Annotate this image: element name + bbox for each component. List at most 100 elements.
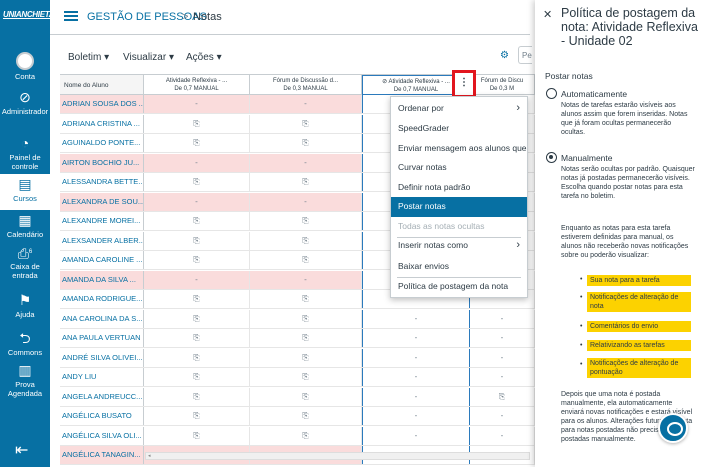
student-name-link[interactable]: AMANDA CAROLINE ...: [60, 251, 144, 270]
grade-cell[interactable]: -: [144, 95, 250, 114]
nav-dashboard[interactable]: ◔ Painel de controle: [0, 135, 50, 171]
grade-cell[interactable]: -: [362, 387, 470, 406]
column-header-assignment-1[interactable]: Atividade Reflexiva - ... De 0,7 MANUAL: [144, 75, 250, 95]
student-name-link[interactable]: ALEXSANDER ALBER...: [60, 231, 144, 250]
close-icon[interactable]: ✕: [543, 8, 552, 21]
search-input[interactable]: Pe: [518, 46, 532, 64]
grade-cell[interactable]: ⎘: [144, 368, 250, 387]
grade-cell[interactable]: ⎘: [470, 387, 535, 406]
gradebook-menu-button[interactable]: Boletim ▾: [68, 52, 109, 63]
student-name-link[interactable]: ANGÉLICA SILVA OLI...: [60, 426, 144, 445]
grade-cell[interactable]: -: [470, 309, 535, 328]
grade-cell[interactable]: ⎘: [144, 407, 250, 426]
settings-icon[interactable]: ⚙: [500, 50, 509, 61]
student-name-link[interactable]: ANA PAULA VERTUAN: [60, 329, 144, 348]
student-name-link[interactable]: ANGÉLICA TANAGIN...: [60, 446, 144, 465]
student-name-link[interactable]: AIRTON BOCHIO JU...: [60, 153, 144, 172]
grade-cell[interactable]: -: [470, 426, 535, 445]
grade-cell[interactable]: -: [362, 309, 470, 328]
grade-cell[interactable]: -: [250, 95, 362, 114]
grade-cell[interactable]: -: [470, 407, 535, 426]
student-name-link[interactable]: ANA CAROLINA DA S...: [60, 309, 144, 328]
chat-help-icon[interactable]: [658, 413, 688, 443]
breadcrumb-course[interactable]: GESTÃO DE PESSOAS: [87, 11, 207, 23]
grade-cell[interactable]: ⎘: [144, 426, 250, 445]
grade-cell[interactable]: -: [362, 407, 470, 426]
menu-item-download-submissions[interactable]: Baixar envios: [391, 257, 527, 277]
student-name-link[interactable]: ANGÉLICA BUSATO: [60, 407, 144, 426]
grade-cell[interactable]: ⎘: [144, 329, 250, 348]
nav-scheduled-exam[interactable]: ▥ Prova Agendada: [0, 362, 50, 398]
nav-calendar[interactable]: ▦ Calendário: [0, 212, 50, 239]
student-name-link[interactable]: ANGELA ANDREUCC...: [60, 387, 144, 406]
grade-cell[interactable]: ⎘: [250, 348, 362, 367]
grade-cell[interactable]: -: [250, 270, 362, 289]
grade-cell[interactable]: ⎘: [144, 231, 250, 250]
grade-cell[interactable]: ⎘: [144, 212, 250, 231]
grade-cell[interactable]: ⎘: [144, 290, 250, 309]
grade-cell[interactable]: ⎘: [144, 309, 250, 328]
student-name-link[interactable]: AMANDA DA SILVA ...: [60, 270, 144, 289]
grade-cell[interactable]: -: [470, 368, 535, 387]
grade-cell[interactable]: ⎘: [250, 368, 362, 387]
grade-cell[interactable]: -: [250, 153, 362, 172]
grade-cell[interactable]: ⎘: [250, 251, 362, 270]
menu-item-message-students[interactable]: Enviar mensagem aos alunos que: [391, 139, 527, 159]
grade-cell[interactable]: ⎘: [250, 231, 362, 250]
grade-cell[interactable]: ⎘: [250, 114, 362, 133]
menu-item-post-grades[interactable]: Postar notas: [391, 197, 527, 217]
student-name-link[interactable]: AGUINALDO PONTE...: [60, 134, 144, 153]
grade-cell[interactable]: -: [470, 348, 535, 367]
grade-cell[interactable]: ⎘: [250, 426, 362, 445]
student-name-link[interactable]: ANDRÉ SILVA OLIVEI...: [60, 348, 144, 367]
horizontal-scrollbar[interactable]: ◂: [145, 452, 530, 460]
menu-item-default-grade[interactable]: Definir nota padrão: [391, 178, 527, 198]
student-name-link[interactable]: ALEXANDRE MOREI...: [60, 212, 144, 231]
student-name-link[interactable]: ADRIANA CRISTINA ...: [60, 114, 144, 133]
student-name-link[interactable]: AMANDA RODRIGUE...: [60, 290, 144, 309]
radio-automatic[interactable]: [546, 88, 557, 99]
hamburger-icon[interactable]: [64, 11, 78, 21]
grade-cell[interactable]: ⎘: [250, 387, 362, 406]
grade-cell[interactable]: ⎘: [250, 329, 362, 348]
column-header-student[interactable]: Nome do Aluno: [60, 75, 144, 95]
nav-courses[interactable]: ▤ Cursos: [0, 174, 50, 210]
grade-cell[interactable]: ⎘: [144, 173, 250, 192]
grade-cell[interactable]: -: [362, 348, 470, 367]
grade-cell[interactable]: -: [144, 192, 250, 211]
collapse-icon[interactable]: ⇤: [15, 440, 28, 460]
student-name-link[interactable]: ALESSANDRA BETTE...: [60, 173, 144, 192]
logo[interactable]: UNIANCHIETA: [3, 6, 55, 24]
column-header-assignment-4[interactable]: Fórum de Discu De 0,3 M: [470, 75, 535, 95]
grade-cell[interactable]: -: [144, 153, 250, 172]
menu-item-grade-posting-policy[interactable]: Política de postagem da nota: [391, 277, 527, 297]
grade-cell[interactable]: ⎘: [250, 134, 362, 153]
radio-label-manual[interactable]: Manualmente: [561, 153, 613, 163]
grade-cell[interactable]: -: [144, 270, 250, 289]
nav-inbox[interactable]: ⎙6 Caixa de entrada: [0, 244, 50, 280]
nav-admin[interactable]: ⊘ Administrador: [0, 89, 50, 116]
actions-menu-button[interactable]: Ações ▾: [186, 52, 222, 63]
grade-cell[interactable]: -: [362, 329, 470, 348]
grade-cell[interactable]: ⎘: [144, 387, 250, 406]
grade-cell[interactable]: -: [362, 368, 470, 387]
grade-cell[interactable]: ⎘: [144, 134, 250, 153]
student-name-link[interactable]: ADRIAN SOUSA DOS ...: [60, 95, 144, 114]
menu-item-speedgrader[interactable]: SpeedGrader: [391, 119, 527, 139]
grade-cell[interactable]: -: [362, 426, 470, 445]
grade-cell[interactable]: ⎘: [144, 114, 250, 133]
grade-cell[interactable]: ⎘: [250, 309, 362, 328]
view-menu-button[interactable]: Visualizar ▾: [123, 52, 174, 63]
student-name-link[interactable]: ANDY LIU: [60, 368, 144, 387]
column-header-assignment-2[interactable]: Fórum de Discussão d... De 0,3 MANUAL: [250, 75, 362, 95]
grade-cell[interactable]: ⎘: [144, 348, 250, 367]
nav-account[interactable]: Conta: [0, 52, 50, 81]
menu-item-enter-grades-as[interactable]: Inserir notas como ›: [391, 236, 527, 256]
grade-cell[interactable]: ⎘: [250, 407, 362, 426]
nav-commons[interactable]: ⮌ Commons: [0, 330, 50, 357]
grade-cell[interactable]: -: [470, 329, 535, 348]
grade-cell[interactable]: -: [250, 192, 362, 211]
grade-cell[interactable]: ⎘: [250, 212, 362, 231]
grade-cell[interactable]: ⎘: [144, 251, 250, 270]
menu-item-curve-grades[interactable]: Curvar notas: [391, 158, 527, 178]
